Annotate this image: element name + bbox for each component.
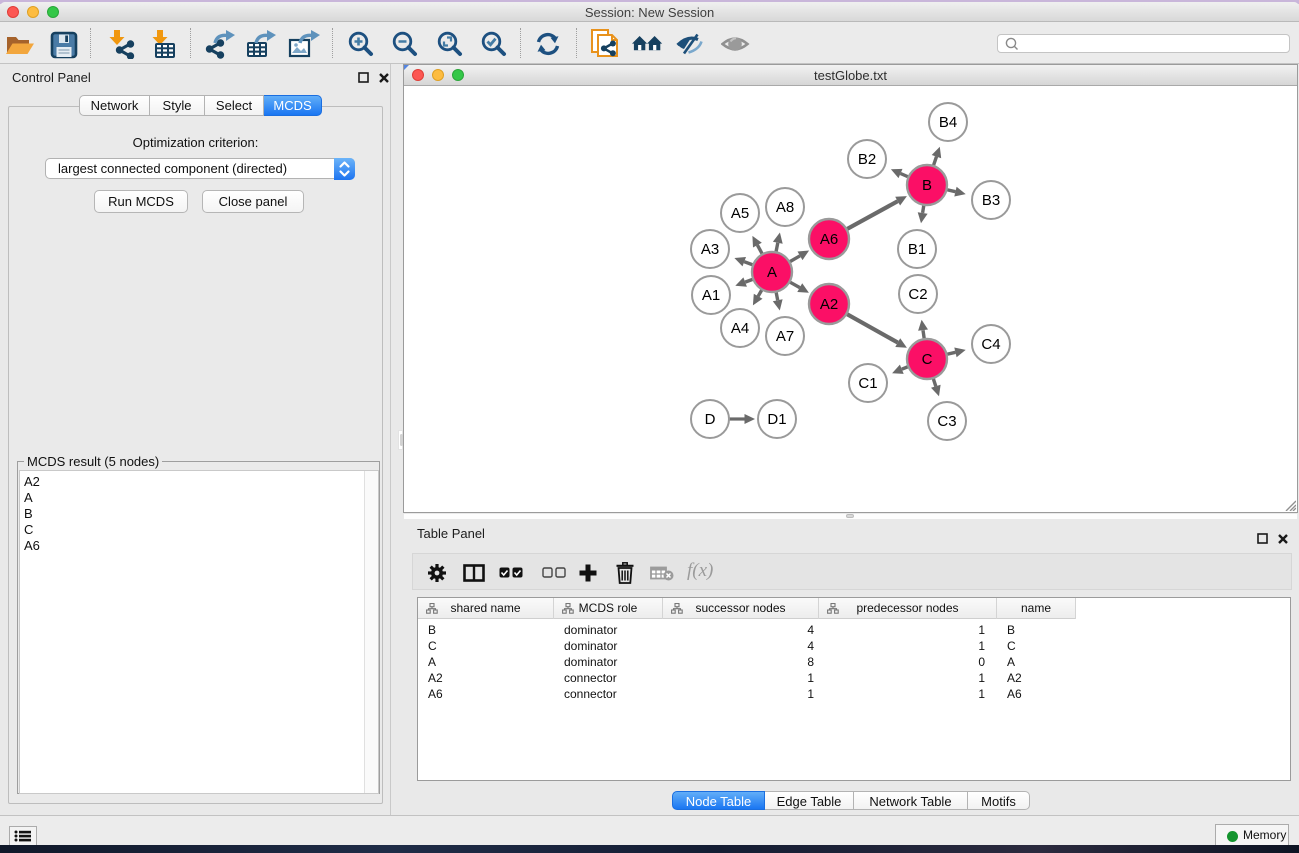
svg-text:A1: A1 (702, 287, 720, 304)
svg-text:C3: C3 (937, 413, 956, 430)
svg-text:D: D (705, 411, 716, 428)
svg-text:B1: B1 (908, 241, 926, 258)
svg-text:D1: D1 (767, 411, 786, 428)
svg-text:A2: A2 (820, 296, 838, 313)
svg-text:C1: C1 (858, 375, 877, 392)
svg-text:A7: A7 (776, 328, 794, 345)
svg-text:B: B (922, 177, 932, 194)
svg-text:A6: A6 (820, 231, 838, 248)
svg-text:B3: B3 (982, 192, 1000, 209)
svg-text:C: C (922, 351, 933, 368)
svg-text:C4: C4 (981, 336, 1000, 353)
svg-text:C2: C2 (908, 286, 927, 303)
svg-text:A: A (767, 264, 777, 281)
svg-text:A8: A8 (776, 199, 794, 216)
svg-text:A5: A5 (731, 205, 749, 222)
svg-text:A3: A3 (701, 241, 719, 258)
svg-text:B2: B2 (858, 151, 876, 168)
svg-text:B4: B4 (939, 114, 957, 131)
svg-text:A4: A4 (731, 320, 749, 337)
